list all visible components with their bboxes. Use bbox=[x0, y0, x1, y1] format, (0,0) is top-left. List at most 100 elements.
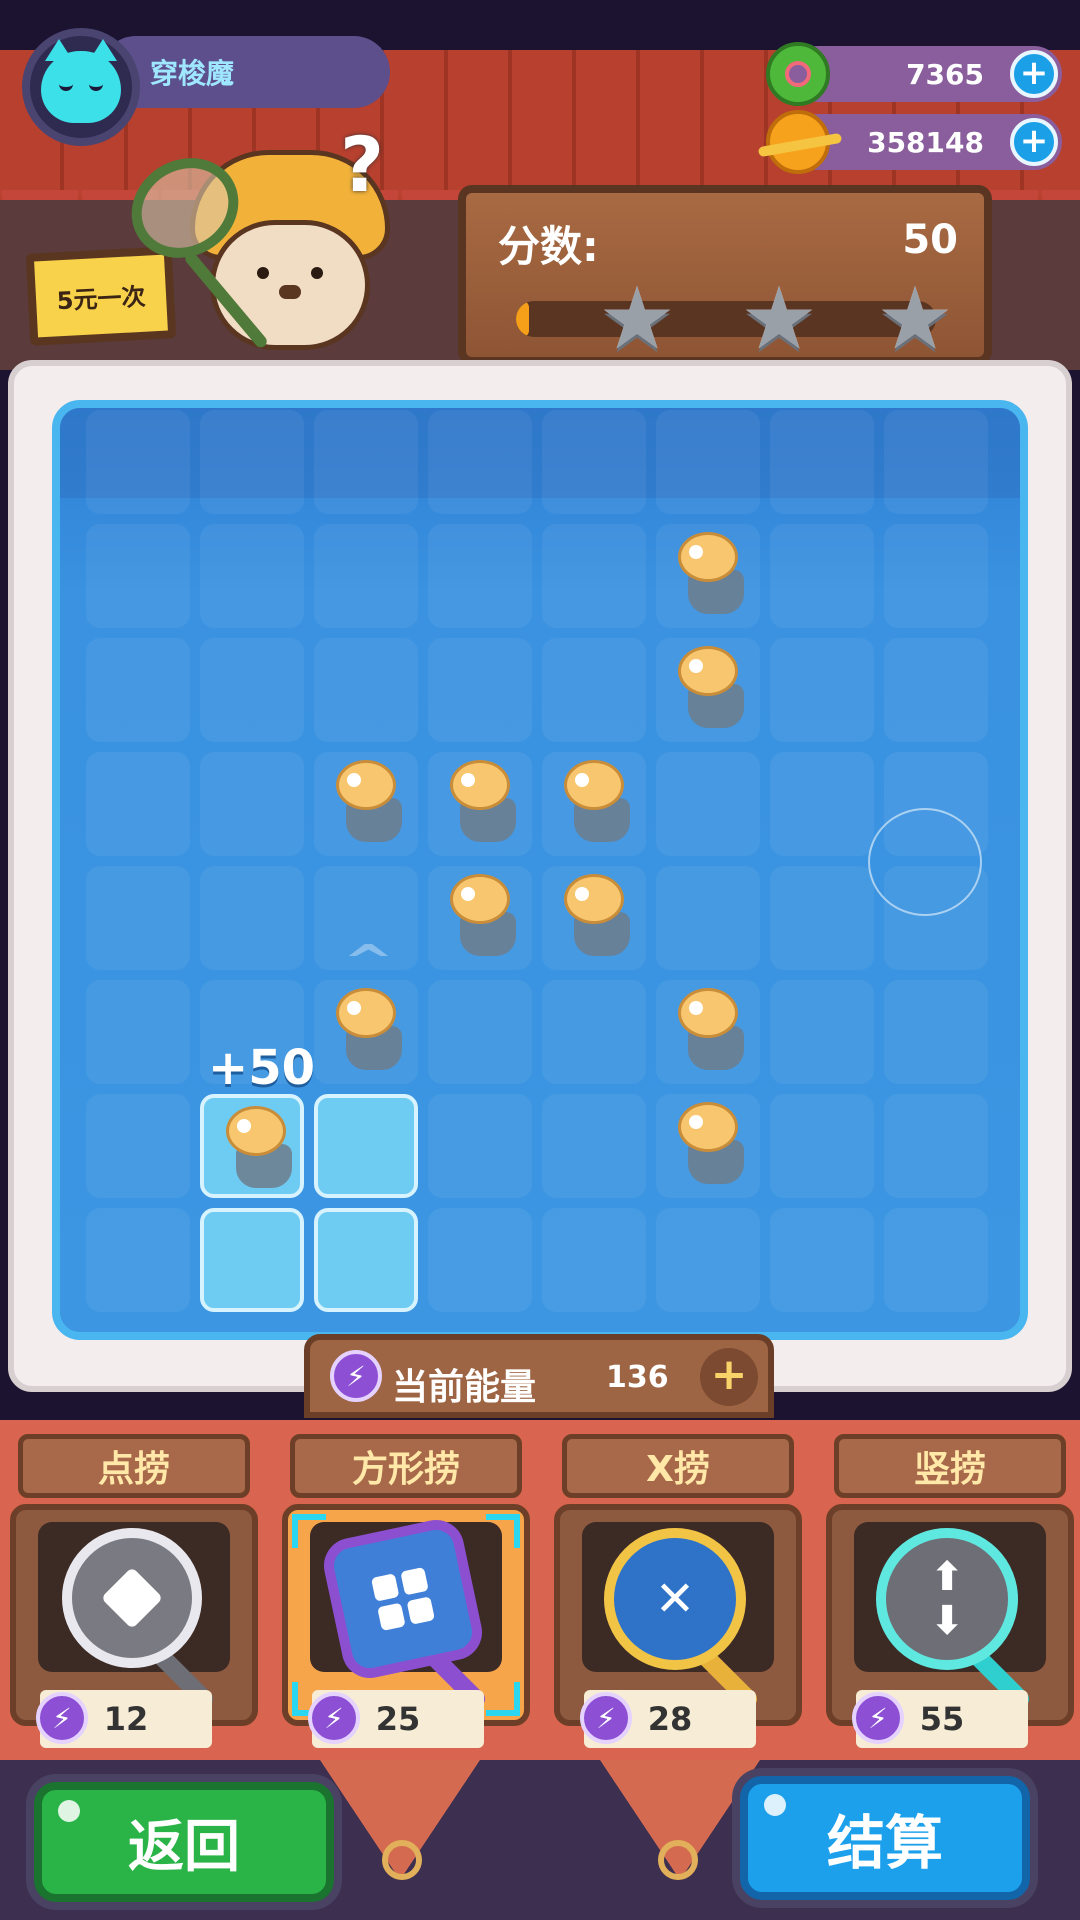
grid-cell[interactable] bbox=[314, 1208, 418, 1312]
grid-cell[interactable] bbox=[200, 1094, 304, 1198]
grid-cell[interactable] bbox=[770, 410, 874, 514]
grid-cell[interactable] bbox=[770, 1094, 874, 1198]
grid-cell[interactable] bbox=[542, 524, 646, 628]
grid-cell[interactable] bbox=[656, 410, 760, 514]
grid-cell[interactable] bbox=[86, 1094, 190, 1198]
grid-cell[interactable] bbox=[656, 752, 760, 856]
selection-corner bbox=[486, 1682, 520, 1716]
grid-cell[interactable] bbox=[542, 980, 646, 1084]
grid-cell[interactable] bbox=[656, 1208, 760, 1312]
star-icon: ★ bbox=[876, 269, 954, 369]
grid-cell[interactable] bbox=[542, 1208, 646, 1312]
grid-cell[interactable] bbox=[86, 524, 190, 628]
grid-cell[interactable] bbox=[428, 1094, 532, 1198]
tool-card-x[interactable]: X捞 ✕ ⚡ 28 bbox=[548, 1428, 808, 1748]
add-coin-button[interactable]: + bbox=[1010, 118, 1058, 166]
grid-cell[interactable] bbox=[314, 410, 418, 514]
ring-ornament bbox=[382, 1840, 422, 1880]
add-energy-button[interactable]: + bbox=[700, 1348, 758, 1406]
grid-cell[interactable] bbox=[314, 638, 418, 742]
grid-cell[interactable] bbox=[314, 524, 418, 628]
tool-cost: ⚡ 12 bbox=[36, 1690, 212, 1748]
donut-currency-value: 7365 bbox=[906, 57, 984, 91]
grid-cell[interactable] bbox=[542, 1094, 646, 1198]
grid-cell[interactable] bbox=[314, 752, 418, 856]
grid-cell[interactable] bbox=[200, 638, 304, 742]
tool-name: 竖捞 bbox=[834, 1434, 1066, 1498]
grid-cell[interactable] bbox=[86, 980, 190, 1084]
coin-currency-bar: 358148 + bbox=[766, 110, 1062, 174]
grid-cell[interactable] bbox=[656, 638, 760, 742]
fish-icon bbox=[664, 982, 754, 1078]
grid-cell[interactable] bbox=[314, 980, 418, 1084]
grid-cell[interactable] bbox=[884, 638, 988, 742]
grid-cell[interactable] bbox=[428, 980, 532, 1084]
grid-cell[interactable] bbox=[86, 866, 190, 970]
fish-icon bbox=[550, 868, 640, 964]
grid-cell[interactable] bbox=[770, 866, 874, 970]
tool-name: 方形捞 bbox=[290, 1434, 522, 1498]
lightning-icon: ⚡ bbox=[580, 1692, 632, 1744]
add-donut-button[interactable]: + bbox=[1010, 50, 1058, 98]
selection-corner bbox=[292, 1514, 326, 1548]
grid-cell[interactable] bbox=[200, 866, 304, 970]
grid-cell[interactable] bbox=[770, 752, 874, 856]
diamond-net-icon bbox=[62, 1528, 202, 1668]
grid-cell[interactable] bbox=[428, 752, 532, 856]
grid-cell[interactable] bbox=[86, 752, 190, 856]
grid-cell[interactable] bbox=[542, 638, 646, 742]
grid-cell[interactable] bbox=[770, 980, 874, 1084]
grid-cell[interactable] bbox=[428, 638, 532, 742]
score-progress-bar bbox=[516, 301, 936, 337]
grid-cell[interactable] bbox=[428, 524, 532, 628]
grid-cell[interactable] bbox=[884, 524, 988, 628]
score-label: 分数: bbox=[498, 222, 599, 271]
player-avatar[interactable] bbox=[22, 28, 140, 146]
floating-score: +50 bbox=[208, 1040, 316, 1096]
back-button[interactable]: 返回 bbox=[34, 1782, 334, 1902]
fish-icon bbox=[550, 754, 640, 850]
tool-card-dot[interactable]: 点捞 ⚡ 12 bbox=[4, 1428, 264, 1748]
grid-cell[interactable] bbox=[428, 1208, 532, 1312]
energy-label: 当前能量 bbox=[392, 1367, 537, 1408]
fish-icon bbox=[322, 982, 412, 1078]
grid-cell[interactable] bbox=[200, 1208, 304, 1312]
grid-cell[interactable] bbox=[542, 866, 646, 970]
grid-cell[interactable] bbox=[884, 410, 988, 514]
grid-cell[interactable] bbox=[542, 410, 646, 514]
grid-cell[interactable] bbox=[200, 410, 304, 514]
fish-icon bbox=[322, 754, 412, 850]
lightning-icon: ⚡ bbox=[308, 1692, 360, 1744]
donut-icon bbox=[766, 42, 830, 106]
grid-cell[interactable] bbox=[86, 1208, 190, 1312]
x-net-icon: ✕ bbox=[604, 1528, 746, 1670]
grid-cell[interactable] bbox=[86, 638, 190, 742]
grid-cell[interactable] bbox=[884, 980, 988, 1084]
grid-cell[interactable] bbox=[428, 410, 532, 514]
tool-card-square[interactable]: 方形捞 ⚡ 25 bbox=[276, 1428, 536, 1748]
tool-cost: ⚡ 28 bbox=[580, 1690, 756, 1748]
grid-cell[interactable] bbox=[314, 1094, 418, 1198]
grid-cell[interactable] bbox=[86, 410, 190, 514]
grid-cell[interactable] bbox=[200, 752, 304, 856]
grid-cell[interactable] bbox=[656, 980, 760, 1084]
game-screen: 穿梭魔 7365 + 358148 + 5元一次 ? 分数: 50 ★ ★ ★ … bbox=[0, 0, 1080, 1920]
otter-fisher-character: ? bbox=[113, 120, 450, 380]
grid-cell[interactable] bbox=[884, 1208, 988, 1312]
grid-cell[interactable] bbox=[770, 1208, 874, 1312]
grid-cell[interactable] bbox=[428, 866, 532, 970]
grid-cell[interactable] bbox=[656, 524, 760, 628]
settle-button[interactable]: 结算 bbox=[740, 1776, 1030, 1900]
fish-icon bbox=[436, 754, 526, 850]
grid-cell[interactable] bbox=[770, 638, 874, 742]
grid-cell[interactable] bbox=[656, 866, 760, 970]
grid-cell[interactable] bbox=[770, 524, 874, 628]
grid-cell[interactable] bbox=[656, 1094, 760, 1198]
tool-name: X捞 bbox=[562, 1434, 794, 1498]
grid-cell[interactable] bbox=[884, 1094, 988, 1198]
grid-cell[interactable] bbox=[200, 524, 304, 628]
grid-cell[interactable] bbox=[542, 752, 646, 856]
tool-card-vertical[interactable]: 竖捞 ⬆ ⬇ ⚡ 55 bbox=[820, 1428, 1080, 1748]
planet-coin-icon bbox=[766, 110, 830, 174]
fish-icon bbox=[212, 1100, 302, 1196]
